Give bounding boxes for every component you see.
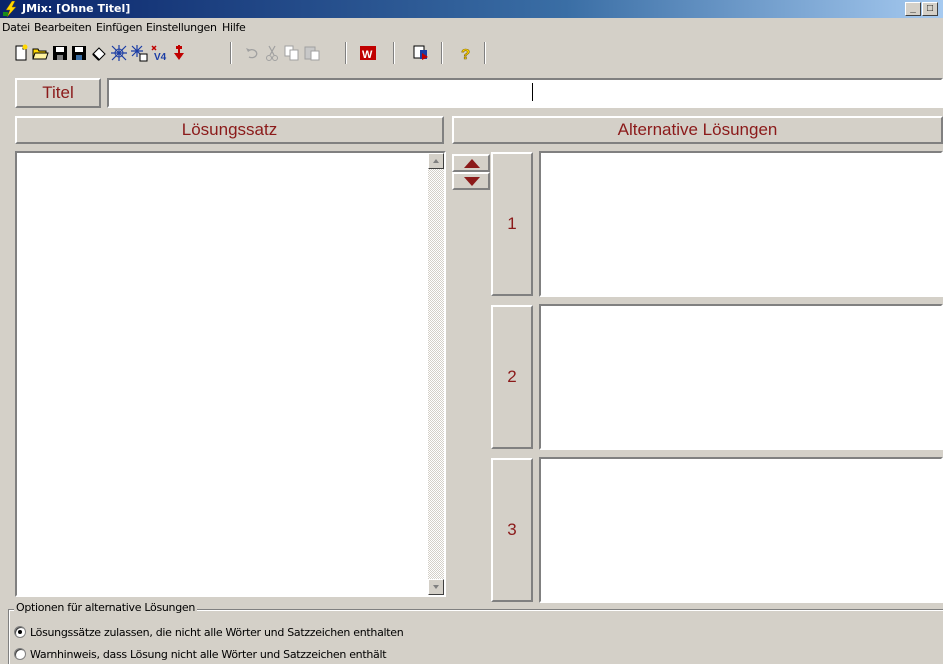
scroll-up-button[interactable] — [428, 153, 444, 169]
toolbar-separator — [484, 42, 486, 64]
loesungssatz-textarea[interactable] — [15, 151, 446, 597]
svg-text:V4: V4 — [154, 52, 167, 62]
menu-bar: Datei Bearbeiten Einfügen Einstellungen … — [0, 18, 943, 36]
toolbar-separator — [345, 42, 347, 64]
option-warn-incomplete[interactable]: Warnhinweis, dass Lösung nicht alle Wört… — [14, 648, 387, 661]
alternative-1-button[interactable]: 1 — [491, 152, 533, 296]
menu-hilfe[interactable]: Hilfe — [222, 21, 246, 34]
alternative-2-textarea[interactable] — [539, 304, 943, 450]
move-down-button[interactable] — [452, 172, 490, 190]
toolbar-separator — [230, 42, 232, 64]
radio-button-unchecked[interactable] — [14, 648, 26, 660]
menu-einstellungen[interactable]: Einstellungen — [146, 21, 217, 34]
menu-datei[interactable]: Datei — [2, 21, 30, 34]
paste-icon[interactable] — [303, 44, 321, 62]
option-warn-incomplete-label: Warnhinweis, dass Lösung nicht alle Wört… — [30, 648, 387, 661]
window-title-bar[interactable]: JMix: [Ohne Titel] _ □ — [0, 0, 943, 18]
move-up-button[interactable] — [452, 154, 490, 172]
option-allow-incomplete-label: Lösungssätze zulassen, die nicht alle Wö… — [30, 626, 404, 639]
alternative-3-textarea[interactable] — [539, 457, 943, 603]
options-legend: Optionen für alternative Lösungen — [14, 601, 198, 614]
config-icon[interactable] — [412, 44, 430, 62]
alternative-loesungen-header[interactable]: Alternative Lösungen — [452, 116, 943, 144]
option-allow-incomplete[interactable]: Lösungssätze zulassen, die nicht alle Wö… — [14, 626, 404, 639]
copy-icon[interactable] — [283, 44, 301, 62]
open-folder-icon[interactable] — [31, 44, 49, 62]
undo-icon[interactable] — [243, 44, 261, 62]
cut-icon[interactable] — [263, 44, 281, 62]
svg-text:W: W — [362, 49, 373, 61]
clear-icon[interactable] — [90, 44, 108, 62]
alternative-2-button[interactable]: 2 — [491, 305, 533, 449]
hot-potatoes-icon[interactable]: W — [359, 44, 377, 62]
toolbar-separator — [393, 42, 395, 64]
maximize-button[interactable]: □ — [922, 2, 938, 16]
scroll-down-button[interactable] — [428, 579, 444, 595]
jmix-app-icon — [3, 1, 17, 17]
toolbar: V4 W ? — [0, 36, 943, 70]
menu-einfuegen[interactable]: Einfügen — [96, 21, 142, 34]
export-icon[interactable] — [130, 44, 148, 62]
save-as-icon[interactable] — [70, 44, 88, 62]
save-icon[interactable] — [51, 44, 69, 62]
alternative-3-button[interactable]: 3 — [491, 458, 533, 602]
svg-text:?: ? — [461, 46, 470, 62]
titel-label-button[interactable]: Titel — [15, 78, 101, 108]
loesungssatz-header[interactable]: Lösungssatz — [15, 116, 444, 144]
menu-bearbeiten[interactable]: Bearbeiten — [34, 21, 92, 34]
help-icon[interactable]: ? — [456, 44, 474, 62]
minimize-button[interactable]: _ — [905, 2, 921, 16]
pin-icon[interactable] — [170, 44, 188, 62]
text-caret — [532, 83, 533, 101]
alternative-1-textarea[interactable] — [539, 151, 943, 297]
radio-button-checked[interactable] — [14, 626, 26, 638]
v4-icon[interactable]: V4 — [150, 44, 168, 62]
toolbar-separator — [441, 42, 443, 64]
loesungssatz-scrollbar[interactable] — [428, 153, 444, 595]
titel-input[interactable] — [107, 78, 943, 108]
web-page-icon[interactable] — [110, 44, 128, 62]
window-title: JMix: [Ohne Titel] — [22, 2, 131, 15]
new-file-icon[interactable] — [12, 44, 30, 62]
